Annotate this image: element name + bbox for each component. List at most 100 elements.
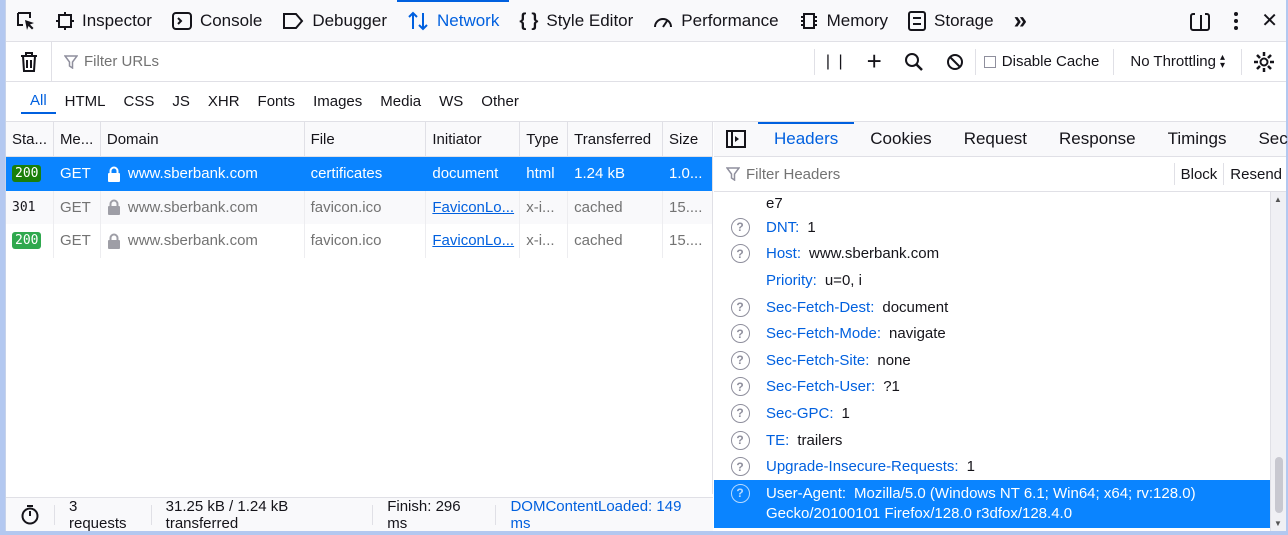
column-header-domain[interactable]: Domain — [101, 122, 305, 156]
scroll-down-arrow-icon[interactable]: ▼ — [1274, 519, 1282, 528]
filter-urls-input[interactable]: Filter URLs — [52, 53, 814, 70]
filter-css[interactable]: CSS — [115, 90, 164, 113]
header-row[interactable]: ? Sec-Fetch-Mode: navigate — [714, 320, 1270, 347]
throttling-select[interactable]: No Throttling ▴ ▾ — [1114, 52, 1241, 70]
block-button[interactable] — [935, 42, 975, 81]
help-icon[interactable]: ? — [730, 430, 750, 450]
pause-button[interactable]: | | — [815, 42, 856, 81]
performance-analysis-button[interactable] — [6, 504, 55, 525]
header-row[interactable]: ? Sec-Fetch-User: ?1 — [714, 374, 1270, 401]
initiator-link[interactable]: FaviconLo... — [432, 232, 514, 249]
header-row[interactable]: ? Host: www.sberbank.com — [714, 241, 1270, 268]
header-row[interactable]: ? Sec-Fetch-Site: none — [714, 347, 1270, 374]
console-icon — [171, 11, 192, 30]
column-header-size[interactable]: Size — [663, 122, 712, 156]
table-row[interactable]: 301 GET www.sberbank.com favicon.ico Fav… — [6, 190, 712, 224]
status-cell: 301 — [6, 190, 54, 224]
tab-request[interactable]: Request — [948, 122, 1043, 156]
tab-security[interactable]: Secur — [1242, 122, 1288, 156]
initiator-cell: document — [426, 157, 521, 191]
column-header-status[interactable]: Sta... — [6, 122, 54, 156]
filter-js[interactable]: JS — [163, 90, 199, 113]
tab-console[interactable]: Console — [162, 0, 272, 41]
help-icon[interactable]: ? — [730, 297, 750, 317]
column-header-type[interactable]: Type — [520, 122, 569, 156]
header-row[interactable]: Priority: u=0, i — [714, 267, 1270, 294]
filter-images[interactable]: Images — [304, 90, 371, 113]
column-header-method[interactable]: Me... — [54, 122, 101, 156]
details-tabs: Headers Cookies Request Response Timings… — [714, 122, 1288, 157]
header-value: www.sberbank.com — [809, 245, 940, 263]
column-header-file[interactable]: File — [305, 122, 427, 156]
tab-response[interactable]: Response — [1043, 122, 1152, 156]
help-icon[interactable]: ? — [730, 483, 750, 503]
tab-storage[interactable]: Storage — [898, 0, 1004, 41]
tab-inspector[interactable]: Inspector — [46, 0, 162, 41]
help-icon[interactable]: ? — [730, 377, 750, 397]
header-name: DNT: — [766, 218, 800, 236]
header-value: trailers — [797, 431, 843, 449]
table-row[interactable]: 200 GET www.sberbank.com favicon.ico Fav… — [6, 224, 712, 258]
transferred-cell: cached — [568, 190, 664, 224]
header-row[interactable]: ? Upgrade-Insecure-Requests: 1 — [714, 453, 1270, 480]
tab-label: Inspector — [82, 10, 152, 30]
filter-media[interactable]: Media — [371, 90, 430, 113]
tab-headers[interactable]: Headers — [758, 122, 855, 156]
help-icon[interactable]: ? — [730, 350, 750, 370]
help-icon[interactable]: ? — [730, 244, 750, 264]
close-icon[interactable]: ✕ — [1261, 8, 1278, 33]
clear-button[interactable] — [6, 42, 52, 81]
scroll-up-arrow-icon[interactable]: ▲ — [1274, 195, 1282, 204]
scrollbar-thumb[interactable] — [1275, 457, 1283, 513]
element-picker-button[interactable] — [6, 0, 46, 41]
filter-fonts[interactable]: Fonts — [249, 90, 305, 113]
column-header-initiator[interactable]: Initiator — [426, 122, 521, 156]
help-icon[interactable]: ? — [730, 457, 750, 477]
header-row[interactable]: ? Sec-Fetch-Dest: document — [714, 294, 1270, 321]
more-tools-button[interactable]: » — [1004, 0, 1037, 41]
tab-cookies[interactable]: Cookies — [854, 122, 947, 156]
tab-timings[interactable]: Timings — [1152, 122, 1243, 156]
help-icon[interactable]: ? — [730, 217, 750, 237]
block-request-button[interactable]: Block — [1173, 163, 1224, 185]
headers-scrollbar[interactable]: ▲ ▼ — [1270, 192, 1286, 531]
filter-xhr[interactable]: XHR — [199, 90, 249, 113]
column-header-transferred[interactable]: Transferred — [568, 122, 664, 156]
finish-time: Finish: 296 ms — [373, 498, 497, 532]
header-row[interactable]: ? Sec-GPC: 1 — [714, 400, 1270, 427]
toggle-sidebar-button[interactable] — [714, 122, 758, 156]
filter-all[interactable]: All — [21, 89, 56, 114]
tab-debugger[interactable]: Debugger — [272, 0, 397, 41]
file-cell: favicon.ico — [305, 190, 427, 224]
more-options-icon[interactable] — [1233, 11, 1239, 31]
dock-options-icon[interactable] — [1189, 10, 1211, 32]
header-row-selected[interactable]: ? User-Agent: Mozilla/5.0 (Windows NT 6.1… — [714, 479, 1270, 528]
initiator-link[interactable]: FaviconLo... — [432, 199, 514, 216]
domain-text: www.sberbank.com — [127, 165, 258, 183]
tab-performance[interactable]: Performance — [643, 0, 788, 41]
filter-headers-input[interactable]: Filter Headers — [714, 166, 1174, 183]
filter-ws[interactable]: WS — [430, 90, 472, 113]
double-chevron-icon: » — [1013, 6, 1027, 34]
header-row[interactable]: ? DNT: 1 — [714, 214, 1270, 241]
help-icon[interactable]: ? — [730, 324, 750, 344]
header-value: none — [877, 351, 911, 369]
add-request-button[interactable]: + — [856, 42, 893, 81]
help-icon[interactable]: ? — [730, 403, 750, 423]
header-row[interactable]: ? TE: trailers — [714, 427, 1270, 454]
tab-style-editor[interactable]: { } Style Editor — [509, 0, 643, 41]
style-editor-icon: { } — [519, 10, 539, 30]
tab-network[interactable]: Network — [396, 0, 510, 41]
resend-button[interactable]: Resend — [1223, 163, 1286, 185]
search-button[interactable] — [893, 42, 935, 81]
header-name: Sec-Fetch-Site: — [766, 351, 870, 369]
filter-html[interactable]: HTML — [56, 90, 115, 113]
checkbox-box[interactable] — [983, 55, 996, 68]
filter-other[interactable]: Other — [472, 90, 528, 113]
table-row[interactable]: 200 GET www.sberbank.com certificates do… — [6, 157, 712, 191]
disable-cache-checkbox[interactable]: Disable Cache — [976, 53, 1114, 70]
plus-icon: + — [866, 46, 882, 76]
tab-memory[interactable]: Memory — [789, 0, 898, 41]
settings-button[interactable] — [1242, 42, 1286, 81]
header-entry: User-Agent: Mozilla/5.0 (Windows NT 6.1; … — [766, 484, 1206, 524]
